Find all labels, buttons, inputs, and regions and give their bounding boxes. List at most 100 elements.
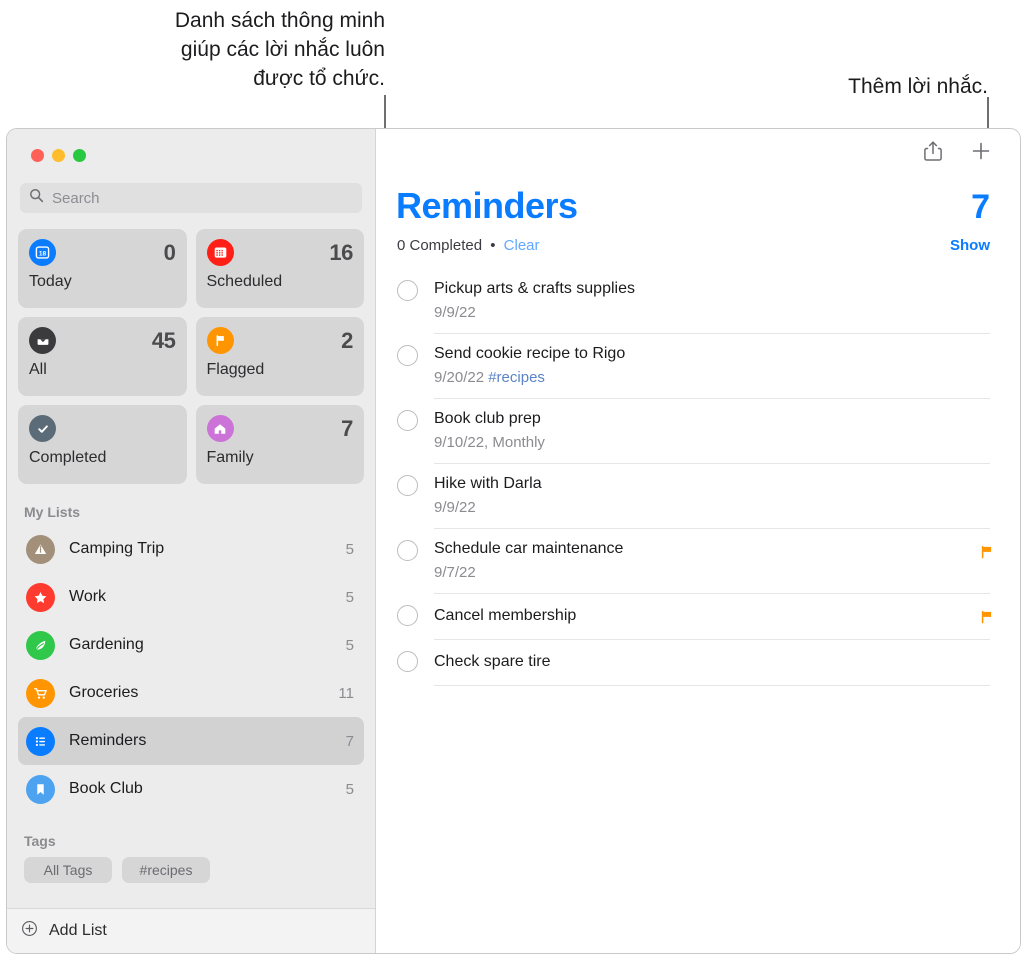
sidebar-item-gardening[interactable]: Gardening 5 [18, 621, 364, 669]
tag-chip[interactable]: #recipes [122, 857, 210, 883]
reminder-title: Check spare tire [434, 653, 551, 670]
sidebar-item-label: Book Club [69, 780, 143, 797]
reminder-subtitle: 9/9/22 [434, 497, 990, 518]
reminder-row[interactable]: Cancel membership [397, 594, 1020, 640]
reminder-date: 9/7/22 [434, 564, 476, 581]
add-reminder-button[interactable] [970, 140, 992, 167]
sidebar-item-count: 5 [345, 780, 354, 798]
smart-list-count: 7 [341, 415, 353, 441]
callout-right-text: Thêm lời nhắc. [848, 75, 988, 98]
sidebar: 18 0 Today [7, 129, 376, 953]
smart-card-top: 7 [206, 415, 353, 442]
smart-list-label: Flagged [206, 361, 265, 378]
reminder-row[interactable]: Hike with Darla 9/9/22 [397, 464, 1020, 529]
callout-left-text: Danh sách thông minh giúp các lời nhắc l… [174, 9, 385, 90]
reminder-row[interactable]: Check spare tire [397, 640, 1020, 686]
sidebar-scroll-area[interactable]: 18 0 Today [7, 129, 375, 953]
smart-list-count: 45 [151, 327, 176, 353]
house-icon [206, 415, 234, 442]
reminder-row[interactable]: Schedule car maintenance 9/7/22 [397, 529, 1020, 594]
reminder-title: Pickup arts & crafts supplies [434, 280, 635, 297]
my-lists-header: My Lists [24, 504, 81, 520]
reminder-checkbox[interactable] [397, 345, 418, 366]
meta-row: 0 Completed • Clear Show [376, 227, 1020, 254]
reminder-body: Send cookie recipe to Rigo 9/20/22 #reci… [434, 334, 990, 399]
smart-card-top: 2 [206, 327, 353, 354]
reminder-tag[interactable]: #recipes [488, 369, 545, 386]
reminder-title: Hike with Darla [434, 475, 542, 492]
reminder-list: Pickup arts & crafts supplies 9/9/22 Sen… [376, 269, 1020, 686]
sidebar-item-count: 11 [338, 684, 354, 702]
reminder-date: 9/9/22 [434, 304, 476, 321]
reminder-date: 9/20/22 [434, 369, 485, 386]
flag-icon [980, 545, 994, 563]
show-completed-button[interactable]: Show [950, 237, 990, 254]
reminder-checkbox[interactable] [397, 280, 418, 301]
minimize-window-button[interactable] [52, 149, 65, 162]
svg-text:18: 18 [39, 251, 47, 258]
sidebar-item-count: 5 [345, 588, 354, 606]
toolbar [376, 129, 1020, 177]
list-icon [26, 726, 55, 756]
tent-icon [26, 534, 55, 564]
reminder-row[interactable]: Pickup arts & crafts supplies 9/9/22 [397, 269, 1020, 334]
smart-list-scheduled[interactable]: 16 Scheduled [195, 229, 364, 308]
reminder-checkbox[interactable] [397, 540, 418, 561]
reminder-body: Schedule car maintenance 9/7/22 [434, 529, 990, 594]
smart-list-label: Scheduled [206, 273, 283, 290]
calendar-day-icon: 18 [29, 239, 56, 266]
reminder-checkbox[interactable] [397, 475, 418, 496]
reminder-row[interactable]: Book club prep 9/10/22, Monthly [397, 399, 1020, 464]
tag-chip[interactable]: All Tags [24, 857, 112, 883]
flag-icon [206, 327, 234, 354]
star-icon [26, 582, 55, 612]
sidebar-item-reminders[interactable]: Reminders 7 [18, 717, 364, 765]
sidebar-item-work[interactable]: Work 5 [18, 573, 364, 621]
completed-status: 0 Completed • Clear [397, 237, 540, 254]
reminders-window: 18 0 Today [6, 128, 1021, 954]
reminder-date: 9/9/22 [434, 499, 476, 516]
smart-list-label: Today [29, 273, 72, 290]
meta-separator: • [490, 237, 496, 254]
smart-list-completed[interactable]: Completed [18, 405, 187, 484]
reminder-body: Check spare tire [434, 640, 990, 686]
plus-icon [970, 140, 992, 167]
search-input[interactable] [52, 189, 353, 207]
search-icon [29, 188, 44, 208]
sidebar-item-count: 5 [345, 636, 354, 654]
smart-list-today[interactable]: 18 0 Today [18, 229, 187, 308]
smart-list-count: 0 [163, 239, 176, 265]
reminder-row[interactable]: Send cookie recipe to Rigo 9/20/22 #reci… [397, 334, 1020, 399]
page-title: Reminders [396, 185, 578, 226]
add-list-button[interactable]: Add List [7, 908, 375, 953]
sidebar-item-camping-trip[interactable]: Camping Trip 5 [18, 525, 364, 573]
smart-list-count: 2 [341, 327, 353, 353]
reminder-subtitle: 9/10/22, Monthly [434, 432, 990, 453]
reminder-title: Schedule car maintenance [434, 540, 624, 557]
smart-list-family[interactable]: 7 Family [195, 405, 364, 484]
reminder-date: 9/10/22, Monthly [434, 434, 545, 451]
smart-list-all[interactable]: 45 All [18, 317, 187, 396]
sidebar-item-groceries[interactable]: Groceries 11 [18, 669, 364, 717]
add-list-label: Add List [49, 922, 107, 939]
sidebar-item-book-club[interactable]: Book Club 5 [18, 765, 364, 813]
search-field[interactable] [20, 183, 362, 213]
flag-icon [980, 610, 994, 628]
completed-count-label: 0 Completed [397, 237, 483, 254]
reminder-checkbox[interactable] [397, 651, 418, 672]
smart-list-flagged[interactable]: 2 Flagged [195, 317, 364, 396]
smart-card-top: 16 [206, 239, 353, 266]
close-window-button[interactable] [31, 149, 44, 162]
clear-button[interactable]: Clear [504, 237, 540, 254]
reminder-checkbox[interactable] [397, 410, 418, 431]
reminder-title: Book club prep [434, 410, 541, 427]
reminder-checkbox[interactable] [397, 605, 418, 626]
smart-card-top: 45 [29, 327, 176, 354]
smart-card-top [29, 415, 176, 442]
leaf-icon [26, 630, 55, 660]
sidebar-item-label: Gardening [69, 636, 144, 653]
smart-list-label: Family [206, 449, 254, 466]
smart-lists-grid: 18 0 Today 16 Scheduled 45 All 2 Flagged… [18, 229, 364, 484]
share-button[interactable] [922, 139, 944, 168]
zoom-window-button[interactable] [73, 149, 86, 162]
